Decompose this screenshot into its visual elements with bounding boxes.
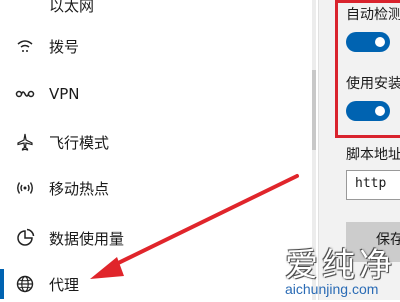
watermark-url: aichunjing.com: [285, 281, 379, 297]
watermark-logo-icon: [214, 245, 265, 294]
watermark: 爱纯净 aichunjing.com: [205, 238, 400, 300]
watermark-brand: 爱纯净: [285, 245, 396, 284]
